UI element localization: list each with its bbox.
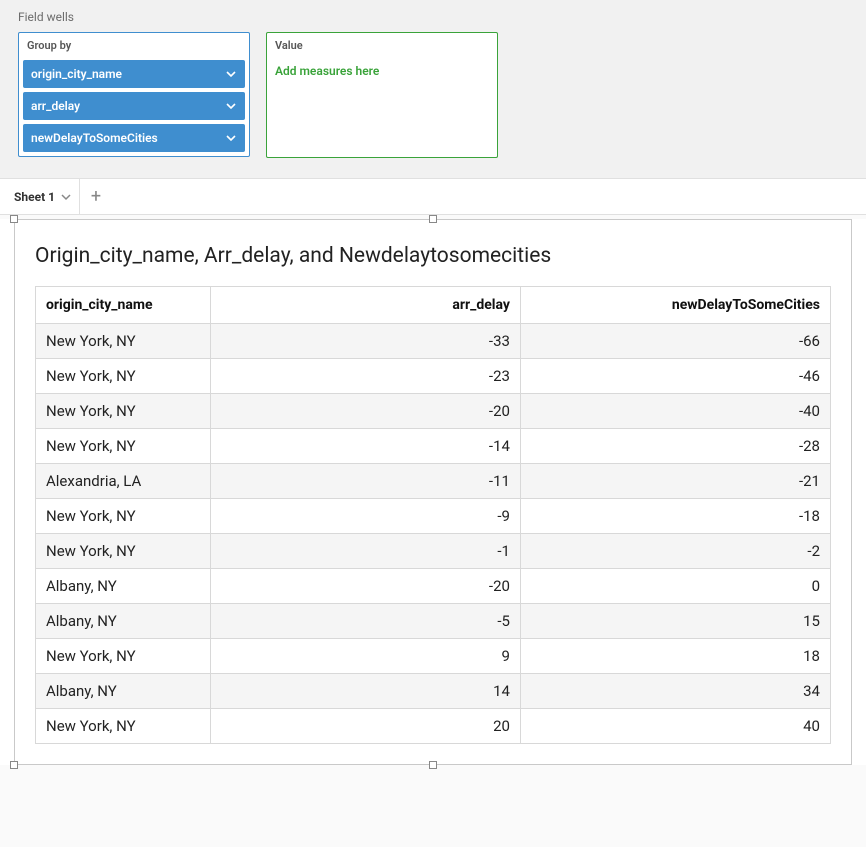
table-row: New York, NY-9-18 [36,499,831,534]
cell-arr-delay: 20 [210,709,520,744]
chevron-down-icon [61,192,71,202]
col-header-arr-delay[interactable]: arr_delay [210,287,520,324]
field-pill[interactable]: origin_city_name [23,60,245,88]
cell-origin-city: Albany, NY [36,569,211,604]
chevron-down-icon [225,100,237,112]
resize-handle-bottom-center[interactable] [429,761,437,769]
cell-origin-city: New York, NY [36,499,211,534]
cell-arr-delay: -20 [210,394,520,429]
chevron-down-icon [225,68,237,80]
table-row: New York, NY2040 [36,709,831,744]
cell-new-delay: -66 [520,324,830,359]
cell-origin-city: New York, NY [36,709,211,744]
table-row: Albany, NY1434 [36,674,831,709]
group-by-label: Group by [23,37,245,56]
cell-origin-city: New York, NY [36,394,211,429]
table-visual[interactable]: Origin_city_name, Arr_delay, and Newdela… [14,219,852,765]
sheet-bar: Sheet 1 + [0,179,866,215]
canvas-area: Origin_city_name, Arr_delay, and Newdela… [0,219,866,765]
cell-arr-delay: -33 [210,324,520,359]
col-header-origin-city[interactable]: origin_city_name [36,287,211,324]
cell-origin-city: New York, NY [36,534,211,569]
field-pill-label: newDelayToSomeCities [31,131,158,145]
resize-handle-top-left[interactable] [10,215,18,223]
cell-arr-delay: -11 [210,464,520,499]
table-row: Albany, NY-200 [36,569,831,604]
field-wells-panel: Field wells Group by origin_city_namearr… [0,0,866,179]
cell-origin-city: New York, NY [36,324,211,359]
field-pill-label: arr_delay [31,99,80,113]
plus-icon: + [91,186,101,207]
cell-origin-city: New York, NY [36,429,211,464]
cell-arr-delay: -14 [210,429,520,464]
table-row: New York, NY-33-66 [36,324,831,359]
table-header-row: origin_city_name arr_delay newDelayToSom… [36,287,831,324]
cell-new-delay: -28 [520,429,830,464]
table-row: Alexandria, LA-11-21 [36,464,831,499]
table-row: New York, NY-14-28 [36,429,831,464]
add-sheet-button[interactable]: + [80,179,112,214]
resize-handle-bottom-left[interactable] [10,761,18,769]
cell-origin-city: New York, NY [36,639,211,674]
field-pill[interactable]: arr_delay [23,92,245,120]
field-pill-label: origin_city_name [31,67,122,81]
value-placeholder: Add measures here [271,60,493,82]
visual-title: Origin_city_name, Arr_delay, and Newdela… [35,244,831,268]
resize-handle-top-center[interactable] [429,215,437,223]
cell-origin-city: Albany, NY [36,674,211,709]
value-well[interactable]: Value Add measures here [266,32,498,158]
cell-arr-delay: -23 [210,359,520,394]
cell-arr-delay: 9 [210,639,520,674]
cell-arr-delay: -9 [210,499,520,534]
cell-new-delay: -46 [520,359,830,394]
cell-new-delay: 34 [520,674,830,709]
value-label: Value [271,37,493,56]
sheet-tab-1[interactable]: Sheet 1 [0,179,80,214]
field-pill[interactable]: newDelayToSomeCities [23,124,245,152]
cell-arr-delay: -20 [210,569,520,604]
cell-origin-city: Albany, NY [36,604,211,639]
cell-new-delay: 40 [520,709,830,744]
sheet-tab-label: Sheet 1 [14,190,55,204]
col-header-new-delay[interactable]: newDelayToSomeCities [520,287,830,324]
cell-new-delay: 15 [520,604,830,639]
data-table: origin_city_name arr_delay newDelayToSom… [35,286,831,744]
chevron-down-icon [225,132,237,144]
group-by-well[interactable]: Group by origin_city_name arr_delay newDel… [18,32,250,157]
cell-arr-delay: -1 [210,534,520,569]
table-row: New York, NY918 [36,639,831,674]
cell-new-delay: -21 [520,464,830,499]
table-row: New York, NY-1-2 [36,534,831,569]
cell-new-delay: 0 [520,569,830,604]
cell-origin-city: Alexandria, LA [36,464,211,499]
cell-new-delay: -2 [520,534,830,569]
table-row: New York, NY-20-40 [36,394,831,429]
field-wells-title: Field wells [18,10,848,24]
cell-arr-delay: 14 [210,674,520,709]
cell-origin-city: New York, NY [36,359,211,394]
cell-arr-delay: -5 [210,604,520,639]
table-row: Albany, NY-515 [36,604,831,639]
cell-new-delay: -18 [520,499,830,534]
table-row: New York, NY-23-46 [36,359,831,394]
cell-new-delay: 18 [520,639,830,674]
cell-new-delay: -40 [520,394,830,429]
